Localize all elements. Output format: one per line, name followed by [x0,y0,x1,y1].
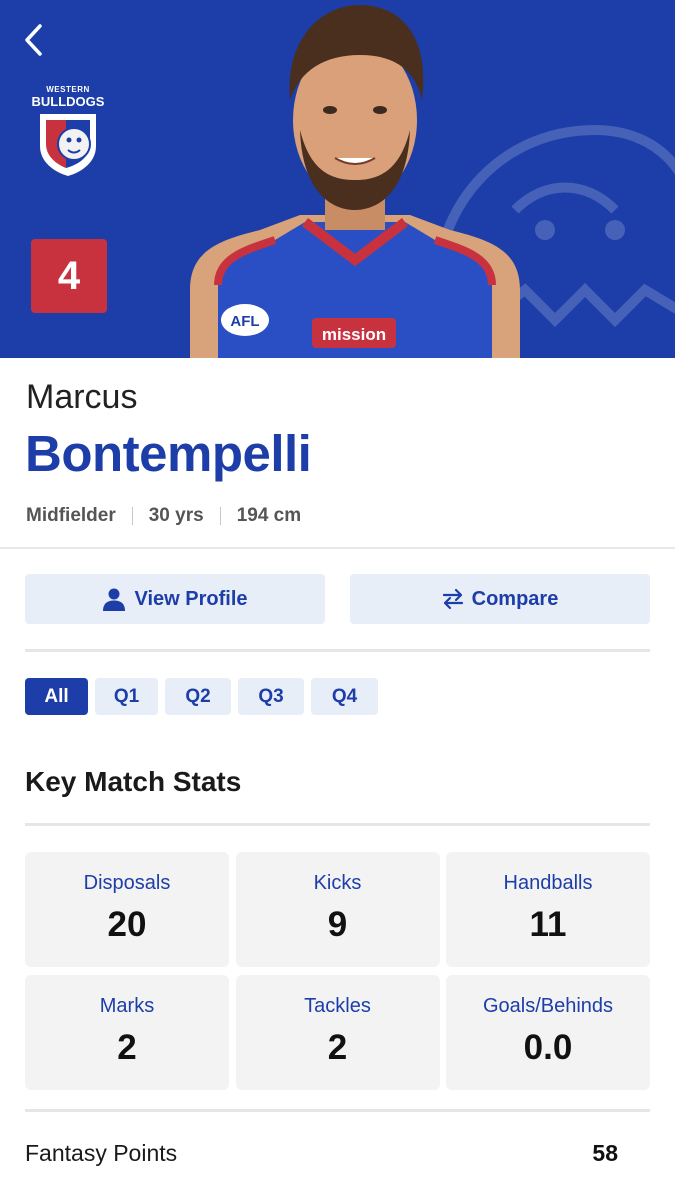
quarter-tabs: All Q1 Q2 Q3 Q4 [25,678,378,715]
club-name-line2: BULLDOGS [31,94,105,109]
fantasy-points-label: Fantasy Points [25,1140,178,1166]
tab-all[interactable]: All [25,678,88,715]
divider [25,1109,650,1112]
stat-card-handballs: Handballs 11 [446,852,650,967]
stat-label: Marks [99,995,155,1017]
stat-card-marks: Marks 2 [25,975,229,1090]
svg-text:AFL: AFL [230,313,259,330]
back-button[interactable] [14,20,54,60]
tab-q4[interactable]: Q4 [311,678,378,715]
stat-label: Handballs [503,872,593,894]
divider [25,649,650,652]
stat-label: Disposals [83,872,171,894]
player-first-name: Marcus [26,378,138,416]
stat-card-kicks: Kicks 9 [235,852,440,967]
player-position: Midfielder [26,505,116,526]
stat-value: 9 [327,905,348,944]
swap-arrows-icon [442,588,463,610]
club-shield-icon [40,114,96,176]
divider [0,547,675,549]
compare-label: Compare [471,587,559,610]
player-hero: WESTERN BULLDOGS 4 mission AFL [0,0,675,358]
stat-card-goals-behinds: Goals/Behinds 0.0 [446,975,650,1090]
fantasy-points-row: Fantasy Points 58 [25,1140,618,1167]
stat-card-tackles: Tackles 2 [235,975,440,1090]
jersey-number-badge: 4 [31,239,107,313]
fantasy-points-value: 58 [592,1140,618,1166]
club-name-line1: WESTERN [46,85,90,94]
chevron-left-icon [25,24,42,56]
meta-separator [131,507,133,525]
player-height: 194 cm [236,505,302,526]
tab-q3[interactable]: Q3 [238,678,304,715]
stat-card-disposals: Disposals 20 [25,852,229,967]
stat-label: Kicks [313,872,362,894]
player-photo: mission AFL [190,5,520,358]
meta-separator [219,507,221,525]
view-profile-button[interactable]: View Profile [25,574,325,624]
stat-value: 20 [107,905,147,944]
player-last-name: Bontempelli [25,425,312,482]
stat-value: 2 [117,1028,137,1067]
key-stats-grid: Disposals 20 Kicks 9 Handballs 11 Marks … [25,852,650,1090]
key-stats-title: Key Match Stats [25,766,242,797]
stat-value: 0.0 [523,1028,573,1067]
club-logo: WESTERN BULLDOGS [30,86,106,182]
stat-label: Tackles [304,995,371,1017]
view-profile-label: View Profile [134,587,248,610]
player-meta: Midfielder 30 yrs 194 cm [26,505,301,527]
stat-label: Goals/Behinds [482,995,614,1017]
player-age: 30 yrs [148,505,204,526]
divider [25,823,650,826]
tab-q1[interactable]: Q1 [95,678,158,715]
user-icon [103,588,126,611]
stat-value: 11 [529,905,567,944]
compare-button[interactable]: Compare [350,574,650,624]
svg-text:mission: mission [322,325,386,344]
stat-value: 2 [327,1028,348,1067]
tab-q2[interactable]: Q2 [165,678,231,715]
